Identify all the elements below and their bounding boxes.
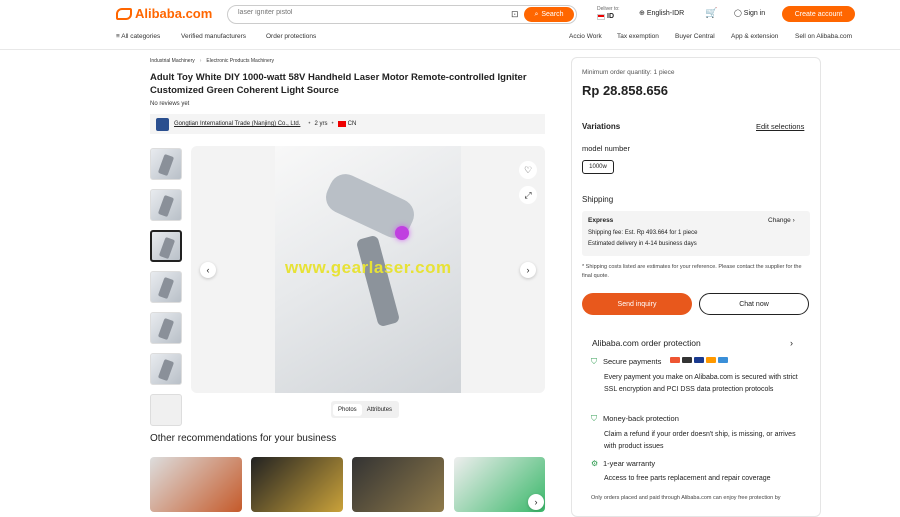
nav-app-extension[interactable]: App & extension [731,33,778,40]
thumbnail[interactable] [150,353,182,385]
recommendations-title: Other recommendations for your business [150,433,337,444]
variations-heading: Variations [582,122,621,131]
thumbnail[interactable] [150,148,182,180]
alibaba-logo[interactable]: Alibaba.com [116,6,212,21]
change-shipping-link[interactable]: Change › [768,217,795,224]
recommendation-card[interactable] [150,457,242,512]
nav-verified-manufacturers[interactable]: Verified manufacturers [181,33,246,40]
language-selector[interactable]: ⊕ English-IDR [639,9,684,17]
zoom-icon[interactable]: ⤢ [519,186,537,204]
tab-attributes[interactable]: Attributes [362,404,397,416]
recommendation-card[interactable] [251,457,343,512]
thumbnail-attributes[interactable] [150,394,182,426]
money-back-icon: ⛉ [591,414,597,423]
nav-buyer-central[interactable]: Buyer Central [675,33,715,40]
nav-tax-exemption[interactable]: Tax exemption [617,33,659,40]
breadcrumb-item[interactable]: Industrial Machinery [150,58,195,64]
nav-sell[interactable]: Sell on Alibaba.com [795,33,852,40]
previous-image-button[interactable]: ‹ [200,262,216,278]
camera-icon[interactable]: ⊡ [511,9,519,20]
recommendation-card[interactable] [352,457,444,512]
payment-icon [670,357,680,364]
shipping-disclaimer: * Shipping costs listed are estimates fo… [582,264,802,279]
next-image-button[interactable]: › [520,262,536,278]
cart-icon[interactable]: 🛒 [705,8,717,19]
estimated-delivery: Estimated delivery in 4-14 business days [588,241,697,247]
supplier-logo [156,117,169,131]
tab-photos[interactable]: Photos [333,403,362,416]
main-product-image[interactable]: www.gearlaser.com ‹ › ♡ ⤢ [191,146,545,393]
warranty-icon: ⚙ [591,459,599,468]
supplier-country: CN [347,121,357,127]
nav-order-protections[interactable]: Order protections [266,33,316,40]
breadcrumb-item[interactable]: Electronic Products Machinery [206,58,274,64]
favorite-heart-icon[interactable]: ♡ [519,161,537,179]
media-tabs: Photos Attributes [331,401,400,418]
chevron-right-icon[interactable]: › [790,338,793,348]
indonesia-flag-icon [597,13,605,20]
visa-icon [694,357,704,364]
breadcrumb: Industrial Machinery › Electronic Products… [150,58,274,64]
payment-method-icons [670,357,730,364]
all-categories-menu[interactable]: ≡ All categories [116,33,160,40]
separator: • [308,121,311,127]
thumbnail-selected[interactable] [150,230,182,262]
search-input[interactable] [238,9,498,16]
warranty-title: 1-year warranty [603,459,656,468]
logo-icon [116,7,132,20]
payment-icon [682,357,692,364]
order-protection-heading[interactable]: Alibaba.com order protection [592,338,701,348]
top-bar: Alibaba.com ⊡ ⌕Search Deliver to: ID ⊕ E… [0,0,900,50]
reviews-status[interactable]: No reviews yet [150,101,189,107]
nav-accio-work[interactable]: Accio Work [569,33,602,40]
supplier-years: 2 yrs [314,121,328,127]
chat-now-button[interactable]: Chat now [699,293,809,315]
thumbnail[interactable] [150,271,182,303]
payment-icon [718,357,728,364]
money-back-title: Money-back protection [603,414,679,423]
shipping-method: Express [588,217,614,224]
protection-footnote: Only orders placed and paid through Alib… [591,495,781,501]
create-account-button[interactable]: Create account [782,6,855,22]
price: Rp 28.858.656 [582,83,669,98]
thumbnail-list [150,148,182,435]
deliver-to[interactable]: Deliver to: ID [597,6,620,21]
thumbnail[interactable] [150,189,182,221]
mastercard-icon [706,357,716,364]
watermark: www.gearlaser.com [285,258,452,277]
search-bar: ⊡ ⌕Search [227,5,577,24]
shipping-fee: Shipping fee: Est. Rp 493.664 for 1 piec… [588,230,698,236]
supplier-name-link[interactable]: Gongtian International Trade (Nanjing) C… [174,121,300,127]
secure-payments-description: Every payment you make on Alibaba.com is… [604,374,798,393]
shipping-heading: Shipping [582,195,614,204]
model-number-label: model number [582,144,630,153]
sign-in-link[interactable]: ◯ Sign in [734,9,765,17]
shield-icon: ⛉ [591,357,597,366]
chevron-right-icon: › [792,217,795,224]
user-icon: ◯ [734,10,742,17]
min-order-quantity: Minimum order quantity: 1 piece [582,69,675,76]
separator: • [331,121,334,127]
variant-option-1000w[interactable]: 1000w [582,160,614,174]
globe-icon: ⊕ [639,10,645,17]
supplier-bar: Gongtian International Trade (Nanjing) C… [150,114,545,134]
search-icon: ⌕ [534,10,539,18]
money-back-description: Claim a refund if your order doesn't shi… [604,431,796,450]
menu-icon: ≡ [116,33,120,40]
china-flag-icon [337,121,346,127]
thumbnail[interactable] [150,312,182,344]
warranty-description: Access to free parts replacement and rep… [604,475,771,482]
recommendations-next-button[interactable]: › [528,494,544,510]
product-title: Adult Toy White DIY 1000-watt 58V Handhe… [150,72,527,96]
send-inquiry-button[interactable]: Send inquiry [582,293,692,315]
product-photo: www.gearlaser.com [275,146,461,393]
secure-payments-title: Secure payments [603,357,662,366]
chevron-right-icon: › [199,58,202,64]
search-button[interactable]: ⌕ Search [524,7,574,22]
edit-selections-link[interactable]: Edit selections [756,122,804,131]
